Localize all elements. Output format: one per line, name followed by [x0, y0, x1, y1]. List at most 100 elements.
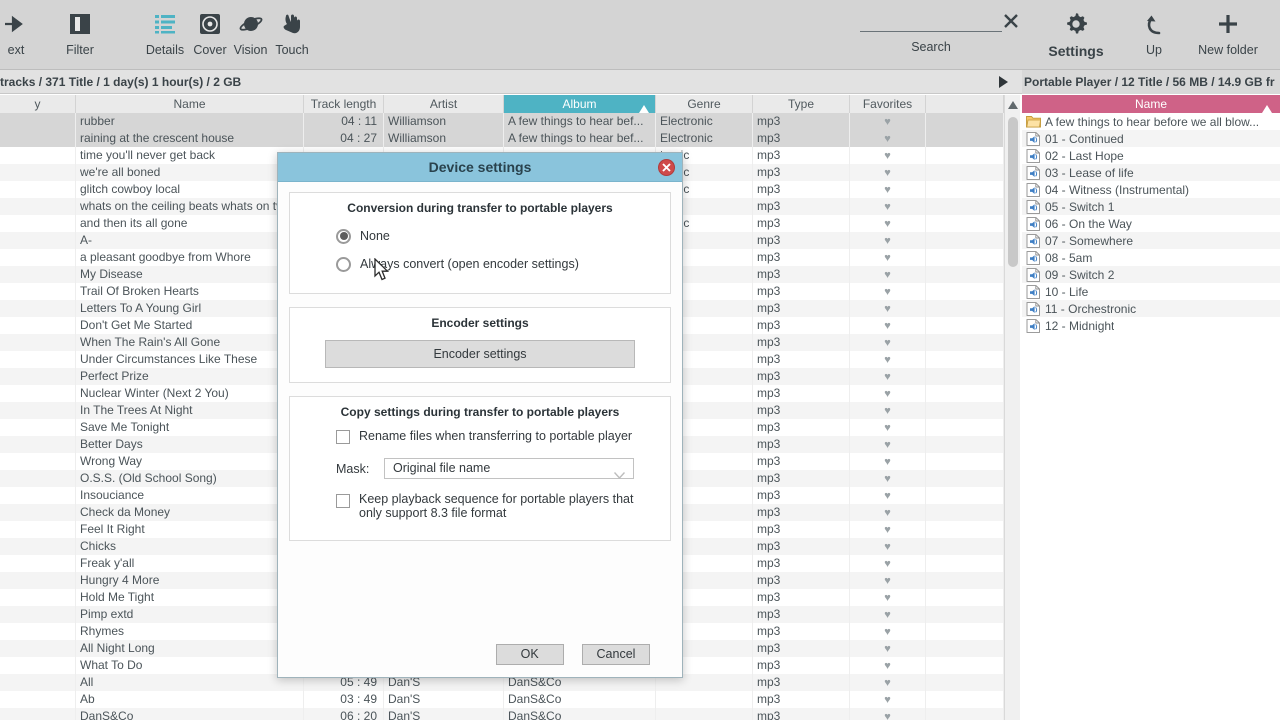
heart-icon[interactable]: ♥ — [884, 660, 891, 672]
list-item-label: 11 - Orchestronic — [1045, 301, 1137, 316]
list-item[interactable]: 09 - Switch 2 — [1022, 266, 1280, 283]
heart-icon[interactable]: ♥ — [884, 337, 891, 349]
table-cell-y — [0, 351, 76, 368]
heart-icon[interactable]: ♥ — [884, 490, 891, 502]
column-header-artist[interactable]: Artist — [384, 95, 504, 113]
heart-icon[interactable]: ♥ — [884, 218, 891, 230]
main-table-scrollbar[interactable] — [1004, 95, 1020, 720]
heart-icon[interactable]: ♥ — [884, 677, 891, 689]
play-triangle-icon[interactable] — [995, 74, 1011, 90]
column-header-y[interactable]: y — [0, 95, 76, 113]
heart-icon[interactable]: ♥ — [884, 371, 891, 383]
heart-icon[interactable]: ♥ — [884, 439, 891, 451]
table-cell-favorites: ♥ — [850, 657, 926, 674]
list-item[interactable]: 07 - Somewhere — [1022, 232, 1280, 249]
column-header-track-length[interactable]: Track length — [304, 95, 384, 113]
list-item[interactable]: 03 - Lease of life — [1022, 164, 1280, 181]
radio-option-always-convert[interactable]: Always convert (open encoder settings) — [336, 253, 660, 275]
heart-icon[interactable]: ♥ — [884, 150, 891, 162]
list-item[interactable]: 04 - Witness (Instrumental) — [1022, 181, 1280, 198]
list-item[interactable]: A few things to hear before we all blow.… — [1022, 113, 1280, 130]
portable-player-header[interactable]: Name — [1022, 95, 1280, 113]
column-header-name[interactable]: Name — [76, 95, 304, 113]
heart-icon[interactable]: ♥ — [884, 711, 891, 720]
toolbar-item-settings[interactable]: Settings — [1030, 0, 1122, 59]
radio-always-convert-control[interactable] — [336, 256, 351, 272]
toolbar-label-filter: Filter — [66, 43, 94, 57]
column-header-blank[interactable] — [926, 95, 1004, 113]
list-item[interactable]: 11 - Orchestronic — [1022, 300, 1280, 317]
search-clear-button[interactable] — [1002, 12, 1020, 30]
heart-icon[interactable]: ♥ — [884, 575, 891, 587]
list-item[interactable]: 06 - On the Way — [1022, 215, 1280, 232]
toolbar-item-cover[interactable]: Cover — [190, 0, 230, 57]
table-row[interactable]: DanS&Co 06 : 20 Dan'S DanS&Co mp3 ♥ — [0, 708, 1010, 720]
heart-icon[interactable]: ♥ — [884, 473, 891, 485]
search-area: Search — [860, 10, 1020, 54]
heart-icon[interactable]: ♥ — [884, 201, 891, 213]
search-input[interactable] — [860, 10, 1002, 32]
encoder-settings-button[interactable]: Encoder settings — [325, 340, 635, 368]
ok-button[interactable]: OK — [495, 644, 564, 665]
heart-icon[interactable]: ♥ — [884, 626, 891, 638]
heart-icon[interactable]: ♥ — [884, 694, 891, 706]
column-header-favorites[interactable]: Favorites — [850, 95, 926, 113]
heart-icon[interactable]: ♥ — [884, 320, 891, 332]
heart-icon[interactable]: ♥ — [884, 643, 891, 655]
toolbar-item-vision[interactable]: Vision — [230, 0, 271, 57]
heart-icon[interactable]: ♥ — [884, 592, 891, 604]
heart-icon[interactable]: ♥ — [884, 456, 891, 468]
toolbar-item-filter[interactable]: Filter — [44, 0, 116, 57]
heart-icon[interactable]: ♥ — [884, 184, 891, 196]
toolbar-label-touch: Touch — [275, 43, 309, 57]
heart-icon[interactable]: ♥ — [884, 167, 891, 179]
scrollbar-thumb[interactable] — [1008, 117, 1018, 267]
heart-icon[interactable]: ♥ — [884, 252, 891, 264]
heart-icon[interactable]: ♥ — [884, 422, 891, 434]
list-item[interactable]: 02 - Last Hope — [1022, 147, 1280, 164]
heart-icon[interactable]: ♥ — [884, 507, 891, 519]
column-header-genre[interactable]: Genre — [656, 95, 753, 113]
column-header-type[interactable]: Type — [753, 95, 850, 113]
heart-icon[interactable]: ♥ — [884, 558, 891, 570]
list-item[interactable]: 08 - 5am — [1022, 249, 1280, 266]
toolbar-item-touch[interactable]: Touch — [271, 0, 313, 57]
heart-icon[interactable]: ♥ — [884, 116, 891, 128]
radio-none-control[interactable] — [336, 228, 351, 244]
heart-icon[interactable]: ♥ — [884, 524, 891, 536]
toolbar-item-new-folder[interactable]: New folder — [1186, 0, 1270, 57]
list-item[interactable]: 01 - Continued — [1022, 130, 1280, 147]
heart-icon[interactable]: ♥ — [884, 269, 891, 281]
table-row[interactable]: raining at the crescent house 04 : 27 Will… — [0, 130, 1010, 147]
keep-playback-sequence-checkbox-row[interactable]: Keep playback sequence for portable play… — [336, 492, 660, 520]
list-item[interactable]: 10 - Life — [1022, 283, 1280, 300]
toolbar-item-next[interactable]: ext — [0, 0, 44, 57]
table-row[interactable]: rubber 04 : 11 Williamson A few things to h… — [0, 113, 1010, 130]
heart-icon[interactable]: ♥ — [884, 388, 891, 400]
mask-select[interactable]: Original file name — [384, 458, 634, 480]
list-item[interactable]: 12 - Midnight — [1022, 317, 1280, 334]
keep-playback-sequence-checkbox[interactable] — [336, 494, 350, 508]
dialog-close-button[interactable] — [658, 159, 675, 176]
radio-option-none[interactable]: None — [336, 225, 660, 247]
scroll-up-icon[interactable] — [1008, 98, 1018, 112]
heart-icon[interactable]: ♥ — [884, 286, 891, 298]
list-item[interactable]: 05 - Switch 1 — [1022, 198, 1280, 215]
heart-icon[interactable]: ♥ — [884, 609, 891, 621]
table-cell-favorites: ♥ — [850, 521, 926, 538]
cancel-button[interactable]: Cancel — [582, 644, 650, 665]
toolbar-item-details[interactable]: Details — [140, 0, 190, 57]
table-cell-favorites: ♥ — [850, 164, 926, 181]
rename-files-checkbox-row[interactable]: Rename files when transferring to portab… — [336, 429, 660, 444]
heart-icon[interactable]: ♥ — [884, 303, 891, 315]
column-header-album[interactable]: Album — [504, 95, 656, 113]
heart-icon[interactable]: ♥ — [884, 235, 891, 247]
toolbar-item-up[interactable]: Up — [1122, 0, 1186, 57]
heart-icon[interactable]: ♥ — [884, 354, 891, 366]
table-row[interactable]: Ab 03 : 49 Dan'S DanS&Co mp3 ♥ — [0, 691, 1010, 708]
rename-files-checkbox[interactable] — [336, 430, 350, 444]
heart-icon[interactable]: ♥ — [884, 133, 891, 145]
heart-icon[interactable]: ♥ — [884, 405, 891, 417]
toolbar-label-vision: Vision — [233, 43, 268, 57]
heart-icon[interactable]: ♥ — [884, 541, 891, 553]
